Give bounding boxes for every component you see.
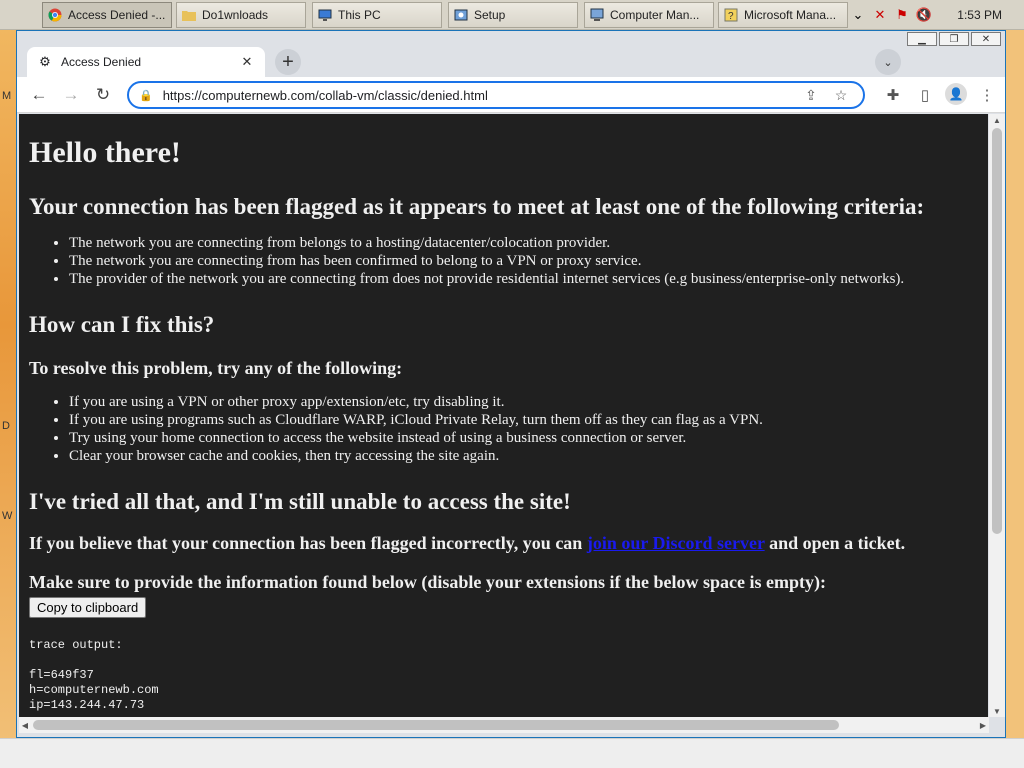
resolve-subheading: To resolve this problem, try any of the … (29, 358, 403, 378)
clock[interactable]: 1:53 PM (957, 8, 1002, 22)
window-controls: ▁ ❐ ✕ (907, 32, 1001, 46)
address-bar[interactable]: 🔒 https://computernewb.com/collab-vm/cla… (127, 81, 865, 109)
list-item: The network you are connecting from has … (69, 252, 978, 270)
side-panel-icon[interactable]: ▯ (913, 83, 937, 107)
toolbar-actions: ✚ ▯ 👤 ⋮ (881, 83, 999, 107)
browser-toolbar: ← → ↻ 🔒 https://computernewb.com/collab-… (17, 77, 1005, 113)
desktop-bottom-area (0, 738, 1024, 768)
taskbar-button-label: This PC (338, 8, 381, 22)
scroll-right-arrow-icon[interactable]: ▶ (977, 717, 989, 733)
chevron-down-icon[interactable]: ⌄ (850, 7, 866, 23)
list-item: If you are using a VPN or other proxy ap… (69, 393, 978, 411)
taskbar-button-setup[interactable]: Setup (448, 2, 578, 28)
computer-icon (317, 7, 333, 23)
scroll-down-arrow-icon[interactable]: ▼ (989, 705, 1005, 717)
horizontal-scrollbar-thumb[interactable] (33, 720, 839, 730)
tab-search-button[interactable]: ⌄ (875, 49, 901, 75)
criteria-list: The network you are connecting from belo… (69, 234, 978, 288)
desktop-icon-label-fragment: W (2, 510, 13, 522)
flag-icon[interactable]: ⚑ (894, 7, 910, 23)
incorrect-flag-text-end: and open a ticket. (764, 533, 906, 553)
svg-text:?: ? (728, 11, 734, 22)
list-item: Clear your browser cache and cookies, th… (69, 447, 978, 465)
extensions-puzzle-icon[interactable]: ✚ (881, 83, 905, 107)
taskbar-button-chrome[interactable]: Access Denied -... (42, 2, 172, 28)
taskbar-button-label: Do1wnloads (202, 8, 269, 22)
close-icon[interactable]: ✕ (239, 54, 255, 70)
vertical-scrollbar[interactable]: ▲ ▼ (989, 114, 1005, 717)
back-arrow-icon[interactable]: ← (27, 83, 51, 107)
desktop-background-right (1004, 30, 1024, 768)
list-item: The provider of the network you are conn… (69, 270, 978, 288)
profile-avatar[interactable]: 👤 (945, 83, 967, 105)
taskbar-button-label: Microsoft Mana... (744, 8, 837, 22)
taskbar-button-this-pc[interactable]: This PC (312, 2, 442, 28)
volume-muted-icon[interactable]: 🔇 (916, 7, 932, 23)
computer-management-icon (589, 7, 605, 23)
tab-strip: ⚙ Access Denied ✕ + ⌄ (17, 45, 1005, 77)
fix-heading: How can I fix this? (29, 312, 215, 337)
taskbar-button-computer-management[interactable]: Computer Man... (584, 2, 714, 28)
desktop-icon-label-fragment: M (2, 90, 12, 102)
incorrect-flag-paragraph: If you believe that your connection has … (29, 533, 978, 554)
scroll-left-arrow-icon[interactable]: ◀ (19, 717, 31, 733)
provide-info-text: Make sure to provide the information fou… (29, 572, 827, 592)
taskbar-button-label: Setup (474, 8, 506, 22)
chrome-icon (47, 7, 63, 23)
page-viewport: Hello there! Your connection has been fl… (19, 114, 988, 717)
tab-access-denied[interactable]: ⚙ Access Denied ✕ (27, 47, 265, 77)
fixes-list: If you are using a VPN or other proxy ap… (69, 393, 978, 465)
menu-kebab-icon[interactable]: ⋮ (975, 83, 999, 107)
share-icon[interactable]: ⇪ (799, 83, 823, 107)
folder-icon (181, 7, 197, 23)
taskbar-button-downloads[interactable]: Do1wnloads (176, 2, 306, 28)
taskbar-button-microsoft-management[interactable]: ? Microsoft Mana... (718, 2, 848, 28)
minimize-button[interactable]: ▁ (907, 32, 937, 46)
vertical-scrollbar-thumb[interactable] (992, 128, 1002, 534)
page-heading: Hello there! (29, 136, 181, 169)
discord-server-link[interactable]: join our Discord server (587, 533, 765, 553)
criteria-heading: Your connection has been flagged as it a… (29, 194, 925, 219)
url-text[interactable]: https://computernewb.com/collab-vm/class… (163, 88, 793, 103)
close-button[interactable]: ✕ (971, 32, 1001, 46)
favicon-icon: ⚙ (39, 54, 51, 69)
setup-icon (453, 7, 469, 23)
help-icon: ? (723, 7, 739, 23)
tab-title: Access Denied (61, 55, 142, 69)
list-item: Try using your home connection to access… (69, 429, 978, 447)
new-tab-button[interactable]: + (275, 49, 301, 75)
lock-icon[interactable]: 🔒 (139, 89, 153, 102)
forward-arrow-icon[interactable]: → (59, 83, 83, 107)
reload-icon[interactable]: ↻ (91, 83, 115, 107)
tried-heading: I've tried all that, and I'm still unabl… (29, 489, 571, 514)
taskbar: Microsoft Access Denied -... Do1wnloads … (0, 0, 1024, 30)
copy-to-clipboard-button[interactable]: Copy to clipboard (29, 597, 147, 618)
taskbar-button-label: Computer Man... (610, 8, 700, 22)
scroll-up-arrow-icon[interactable]: ▲ (989, 114, 1005, 126)
list-item: If you are using programs such as Cloudf… (69, 411, 978, 429)
trace-output[interactable]: trace output: fl=649f37 h=computernewb.c… (29, 638, 978, 713)
star-icon[interactable]: ☆ (829, 83, 853, 107)
list-item: The network you are connecting from belo… (69, 234, 978, 252)
browser-window: ▁ ❐ ✕ ⚙ Access Denied ✕ + ⌄ ← → ↻ 🔒 http… (16, 30, 1006, 738)
horizontal-scrollbar[interactable]: ◀ ▶ (19, 717, 989, 733)
taskbar-button-label: Access Denied -... (68, 8, 166, 22)
incorrect-flag-text: If you believe that your connection has … (29, 533, 587, 553)
network-disconnected-icon[interactable]: ✕ (872, 7, 888, 23)
desktop-icon-label-fragment: D (2, 420, 10, 432)
maximize-button[interactable]: ❐ (939, 32, 969, 46)
